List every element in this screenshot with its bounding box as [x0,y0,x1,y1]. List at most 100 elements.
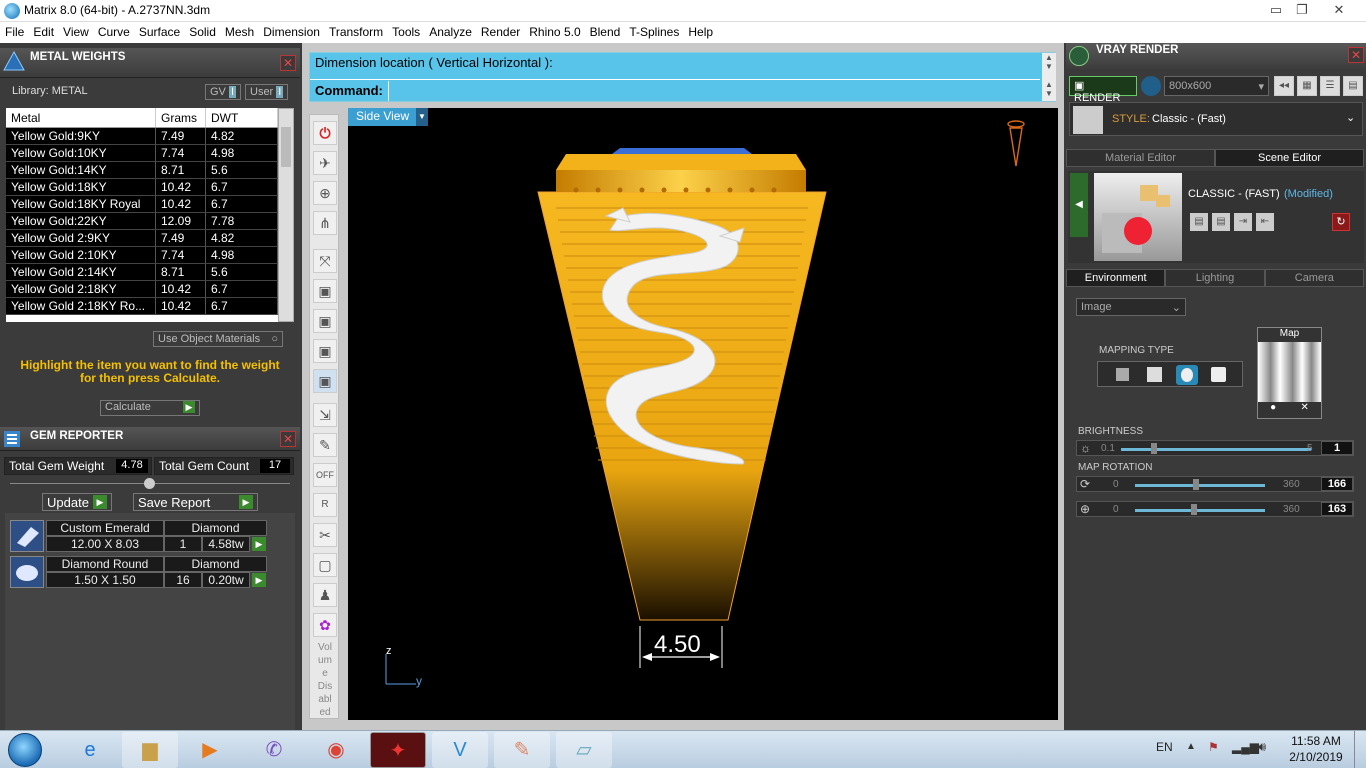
table-row[interactable]: Yellow Gold 2:9KY 7.49 4.82 [6,230,278,247]
tab-environment[interactable]: Environment [1066,269,1166,287]
user-toggle[interactable]: User I [245,84,289,100]
close-button[interactable]: ✕ [1318,0,1360,20]
nodes-icon[interactable]: ⋔ [313,211,337,235]
snap-off-icon[interactable]: OFF [313,463,337,487]
matrix-app-icon[interactable]: ✦ [370,732,426,768]
table-row[interactable]: Yellow Gold 2:18KY Ro... 10.42 6.7 [6,298,278,315]
paint-taskbar-icon[interactable]: ✎ [494,732,550,768]
globe-icon[interactable]: ⊕ [313,181,337,205]
ie-icon[interactable]: e [62,732,118,768]
col-grams[interactable]: Grams [156,108,206,127]
table-row[interactable]: Yellow Gold:9KY 7.49 4.82 [6,128,278,145]
tools-icon[interactable]: ✂ [313,523,337,547]
use-object-materials-button[interactable]: Use Object Materials ○ [153,331,283,347]
gv-toggle[interactable]: GV I [205,84,242,100]
show-desktop-button[interactable] [1354,731,1366,768]
volume-icon[interactable]: 🔊︎ [1258,739,1266,755]
calculate-button[interactable]: Calculate ▶ [100,400,200,416]
tab-scene-editor[interactable]: Scene Editor [1215,149,1364,167]
gem-type[interactable]: Diamond [164,556,267,572]
view-tab[interactable]: Side View ▼ [348,108,428,126]
gem-select-arrow-icon[interactable]: ▶ [252,537,266,551]
map-remove-icon[interactable]: ✕ [1300,402,1308,418]
table-row[interactable]: Yellow Gold:22KY 12.09 7.78 [6,213,278,230]
gear-purple-icon[interactable]: ✿ [313,613,337,637]
brightness-value[interactable]: 1 [1321,441,1353,455]
explorer-icon[interactable]: ▆ [122,732,178,768]
menu-transform[interactable]: Transform [324,22,387,39]
gem-reporter-close-icon[interactable]: ✕ [280,431,296,447]
command-scrollbar[interactable]: ▲ ▼ ▲ ▼ [1042,53,1056,101]
metal-weights-close-icon[interactable]: ✕ [280,55,296,71]
axes-icon[interactable]: ⤧ [313,249,337,273]
box-side-icon[interactable]: ▣ [313,339,337,363]
box-icon[interactable]: ▣ [313,279,337,303]
mapping-plane-icon[interactable] [1116,368,1129,381]
save-icon[interactable]: ▤ [1190,213,1208,231]
media-player-icon[interactable]: ▶ [182,732,238,768]
resolution-select[interactable]: 800x600 ▾ [1164,76,1269,96]
menu-tools[interactable]: Tools [387,22,424,39]
brightness-slider-thumb[interactable] [1151,443,1157,454]
chrome-icon[interactable]: ◉ [308,732,364,768]
tab-material-editor[interactable]: Material Editor [1066,149,1215,167]
menu-edit[interactable]: Edit [28,22,58,39]
rewind-icon[interactable]: ◂◂ [1274,76,1294,96]
menu-file[interactable]: File [0,22,28,39]
mapping-cube-icon[interactable] [1147,367,1162,382]
tab-camera[interactable]: Camera [1264,269,1364,287]
menu-tsplines[interactable]: T-Splines [624,22,683,39]
viber-icon[interactable]: ✆ [246,732,302,768]
rotation-h-slider[interactable] [1135,484,1265,487]
window-icon[interactable]: ▢ [313,553,337,577]
gem-shape[interactable]: Custom Emerald [46,520,164,536]
table-row[interactable]: Yellow Gold 2:14KY 8.71 5.6 [6,264,278,281]
menu-dimension[interactable]: Dimension [258,22,324,39]
grid-icon[interactable]: ▦ [1297,76,1317,96]
menu-analyze[interactable]: Analyze [424,22,476,39]
table-row[interactable]: Yellow Gold:10KY 7.74 4.98 [6,145,278,162]
map-preview[interactable]: Map ● ✕ [1257,327,1322,419]
map-color-icon[interactable]: ● [1270,402,1276,418]
export-icon[interactable]: ⇥ [1234,213,1252,231]
clock-time[interactable]: 11:58 AM [1288,734,1344,748]
menu-help[interactable]: Help [683,22,717,39]
box-top-icon[interactable]: ▣ [313,369,337,393]
table-icon[interactable]: ▤ [1343,76,1363,96]
rotation-v-value[interactable]: 163 [1321,502,1353,516]
list-icon[interactable]: ☰ [1320,76,1340,96]
restore-button[interactable]: ❐ [1284,0,1320,20]
person-icon[interactable]: ♟ [313,583,337,607]
stop-icon[interactable]: ⏻ [313,121,337,145]
render-button[interactable]: ▣ RENDER [1069,76,1137,104]
scene-collapse-icon[interactable]: ◀ [1070,173,1088,237]
vray-close-icon[interactable]: ✕ [1348,47,1364,63]
notes-taskbar-icon[interactable]: ▱ [556,732,612,768]
action-center-icon[interactable]: ⚑ [1208,740,1219,754]
language-indicator[interactable]: EN [1156,740,1173,754]
box-front-icon[interactable]: ▣ [313,309,337,333]
menu-surface[interactable]: Surface [134,22,184,39]
import-icon[interactable]: ⇤ [1256,213,1274,231]
vray-taskbar-icon[interactable]: V [432,732,488,768]
viewport[interactable]: 4.50 z y [348,108,1058,720]
menu-blend[interactable]: Blend [585,22,625,39]
tab-lighting[interactable]: Lighting [1165,269,1265,287]
table-row[interactable]: Yellow Gold:18KY 10.42 6.7 [6,179,278,196]
menu-view[interactable]: View [58,22,93,39]
table-row[interactable]: Yellow Gold:14KY 8.71 5.6 [6,162,278,179]
gem-shape[interactable]: Diamond Round [46,556,164,572]
menu-curve[interactable]: Curve [93,22,134,39]
style-selector[interactable]: STYLE: Classic - (Fast) ⌄ [1069,102,1363,136]
gem-type[interactable]: Diamond [164,520,267,536]
clock-date[interactable]: 2/10/2019 [1288,750,1344,764]
teapot-icon[interactable] [1141,76,1161,96]
menu-render[interactable]: Render [476,22,524,39]
tray-up-icon[interactable]: ▲ [1186,741,1196,752]
update-button[interactable]: Update ▶ [42,493,112,511]
reset-icon[interactable]: ↻ [1332,213,1350,231]
start-button-icon[interactable] [8,733,42,767]
save-report-button[interactable]: Save Report ▶ [133,493,258,511]
save-as-icon[interactable]: ▤ [1212,213,1230,231]
rotation-h-thumb[interactable] [1193,479,1199,490]
